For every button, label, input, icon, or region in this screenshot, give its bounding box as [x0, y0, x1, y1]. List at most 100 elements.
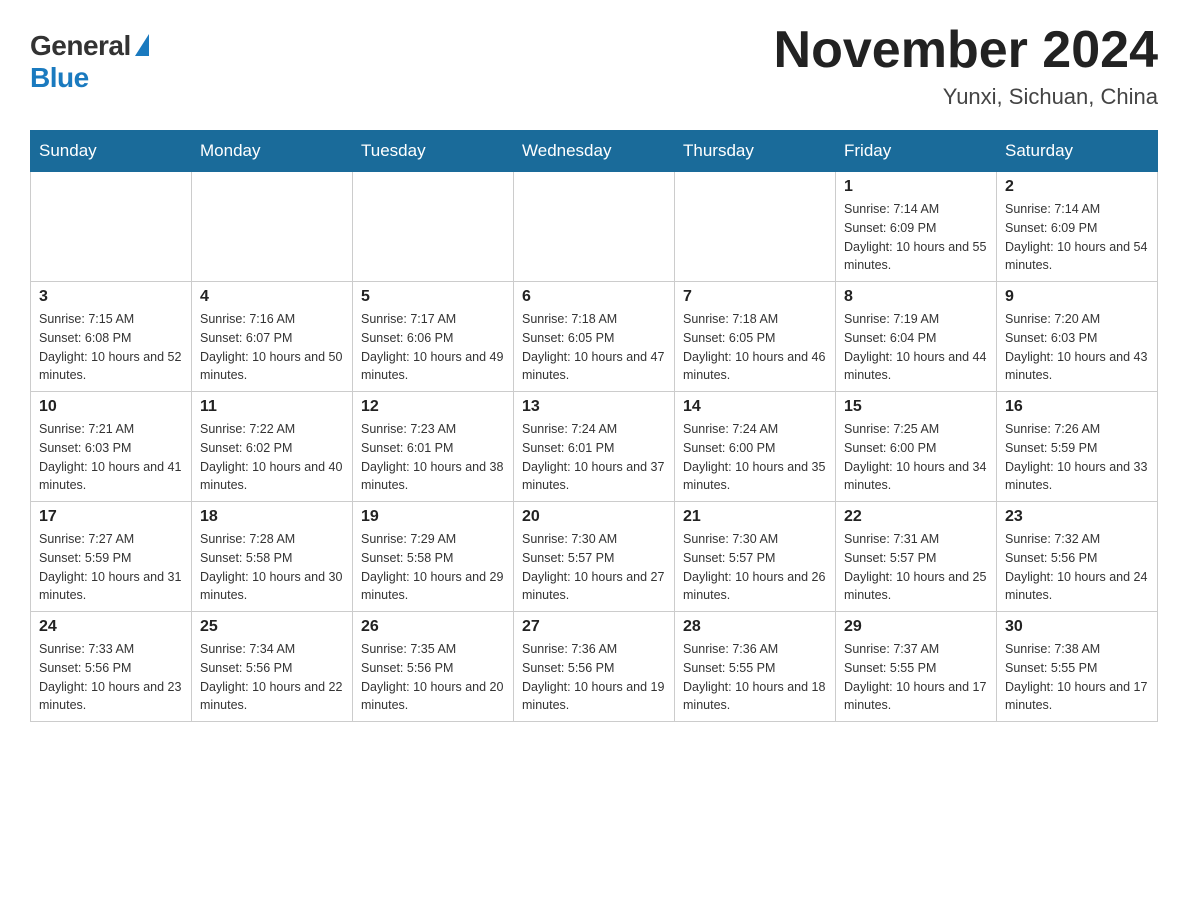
header-day-wednesday: Wednesday: [514, 131, 675, 172]
day-info: Sunrise: 7:31 AMSunset: 5:57 PMDaylight:…: [844, 530, 988, 605]
day-number: 24: [39, 618, 183, 636]
day-info: Sunrise: 7:27 AMSunset: 5:59 PMDaylight:…: [39, 530, 183, 605]
day-info: Sunrise: 7:29 AMSunset: 5:58 PMDaylight:…: [361, 530, 505, 605]
day-info: Sunrise: 7:36 AMSunset: 5:55 PMDaylight:…: [683, 640, 827, 715]
day-info: Sunrise: 7:26 AMSunset: 5:59 PMDaylight:…: [1005, 420, 1149, 495]
day-number: 9: [1005, 288, 1149, 306]
location-subtitle: Yunxi, Sichuan, China: [774, 84, 1158, 110]
calendar-cell: 6 Sunrise: 7:18 AMSunset: 6:05 PMDaylight…: [514, 282, 675, 392]
calendar-cell: 26 Sunrise: 7:35 AMSunset: 5:56 PMDayligh…: [353, 612, 514, 722]
header-day-sunday: Sunday: [31, 131, 192, 172]
calendar-cell: [31, 172, 192, 282]
calendar-cell: 1 Sunrise: 7:14 AMSunset: 6:09 PMDaylight…: [836, 172, 997, 282]
logo-general-text: General: [30, 30, 131, 62]
calendar-cell: 15 Sunrise: 7:25 AMSunset: 6:00 PMDayligh…: [836, 392, 997, 502]
day-number: 30: [1005, 618, 1149, 636]
header-day-thursday: Thursday: [675, 131, 836, 172]
day-number: 22: [844, 508, 988, 526]
calendar-header-row: SundayMondayTuesdayWednesdayThursdayFrid…: [31, 131, 1158, 172]
calendar-cell: 18 Sunrise: 7:28 AMSunset: 5:58 PMDayligh…: [192, 502, 353, 612]
day-info: Sunrise: 7:30 AMSunset: 5:57 PMDaylight:…: [683, 530, 827, 605]
day-info: Sunrise: 7:30 AMSunset: 5:57 PMDaylight:…: [522, 530, 666, 605]
day-info: Sunrise: 7:22 AMSunset: 6:02 PMDaylight:…: [200, 420, 344, 495]
calendar-cell: [192, 172, 353, 282]
day-number: 26: [361, 618, 505, 636]
calendar-week-row: 3 Sunrise: 7:15 AMSunset: 6:08 PMDaylight…: [31, 282, 1158, 392]
day-info: Sunrise: 7:23 AMSunset: 6:01 PMDaylight:…: [361, 420, 505, 495]
page-header: General Blue November 2024 Yunxi, Sichua…: [30, 20, 1158, 110]
calendar-cell: 22 Sunrise: 7:31 AMSunset: 5:57 PMDayligh…: [836, 502, 997, 612]
header-day-friday: Friday: [836, 131, 997, 172]
calendar-cell: 19 Sunrise: 7:29 AMSunset: 5:58 PMDayligh…: [353, 502, 514, 612]
calendar-cell: 21Sunrise: 7:30 AMSunset: 5:57 PMDayligh…: [675, 502, 836, 612]
calendar-cell: 14 Sunrise: 7:24 AMSunset: 6:00 PMDayligh…: [675, 392, 836, 502]
header-day-tuesday: Tuesday: [353, 131, 514, 172]
day-number: 4: [200, 288, 344, 306]
day-info: Sunrise: 7:28 AMSunset: 5:58 PMDaylight:…: [200, 530, 344, 605]
day-number: 7: [683, 288, 827, 306]
day-number: 8: [844, 288, 988, 306]
day-number: 23: [1005, 508, 1149, 526]
calendar-cell: 5 Sunrise: 7:17 AMSunset: 6:06 PMDaylight…: [353, 282, 514, 392]
calendar-cell: 10 Sunrise: 7:21 AMSunset: 6:03 PMDayligh…: [31, 392, 192, 502]
day-number: 20: [522, 508, 666, 526]
day-number: 28: [683, 618, 827, 636]
calendar-week-row: 24 Sunrise: 7:33 AMSunset: 5:56 PMDayligh…: [31, 612, 1158, 722]
day-number: 5: [361, 288, 505, 306]
day-info: Sunrise: 7:25 AMSunset: 6:00 PMDaylight:…: [844, 420, 988, 495]
day-info: Sunrise: 7:33 AMSunset: 5:56 PMDaylight:…: [39, 640, 183, 715]
day-number: 18: [200, 508, 344, 526]
calendar-cell: 30 Sunrise: 7:38 AMSunset: 5:55 PMDayligh…: [997, 612, 1158, 722]
month-title: November 2024: [774, 20, 1158, 80]
calendar-cell: 25Sunrise: 7:34 AMSunset: 5:56 PMDayligh…: [192, 612, 353, 722]
calendar-week-row: 1 Sunrise: 7:14 AMSunset: 6:09 PMDaylight…: [31, 172, 1158, 282]
calendar-cell: 7 Sunrise: 7:18 AMSunset: 6:05 PMDaylight…: [675, 282, 836, 392]
day-number: 17: [39, 508, 183, 526]
day-number: 14: [683, 398, 827, 416]
day-info: Sunrise: 7:20 AMSunset: 6:03 PMDaylight:…: [1005, 310, 1149, 385]
day-info: Sunrise: 7:35 AMSunset: 5:56 PMDaylight:…: [361, 640, 505, 715]
day-number: 6: [522, 288, 666, 306]
calendar-cell: 4 Sunrise: 7:16 AMSunset: 6:07 PMDaylight…: [192, 282, 353, 392]
day-info: Sunrise: 7:15 AMSunset: 6:08 PMDaylight:…: [39, 310, 183, 385]
calendar-cell: 9 Sunrise: 7:20 AMSunset: 6:03 PMDaylight…: [997, 282, 1158, 392]
day-info: Sunrise: 7:18 AMSunset: 6:05 PMDaylight:…: [683, 310, 827, 385]
day-number: 29: [844, 618, 988, 636]
day-number: 3: [39, 288, 183, 306]
logo-triangle-icon: [135, 34, 149, 56]
calendar-cell: 3 Sunrise: 7:15 AMSunset: 6:08 PMDaylight…: [31, 282, 192, 392]
day-info: Sunrise: 7:19 AMSunset: 6:04 PMDaylight:…: [844, 310, 988, 385]
calendar-cell: [514, 172, 675, 282]
calendar-cell: 16 Sunrise: 7:26 AMSunset: 5:59 PMDayligh…: [997, 392, 1158, 502]
day-info: Sunrise: 7:14 AMSunset: 6:09 PMDaylight:…: [1005, 200, 1149, 275]
header-day-saturday: Saturday: [997, 131, 1158, 172]
day-number: 19: [361, 508, 505, 526]
calendar-cell: [353, 172, 514, 282]
calendar-week-row: 17 Sunrise: 7:27 AMSunset: 5:59 PMDayligh…: [31, 502, 1158, 612]
day-number: 13: [522, 398, 666, 416]
day-info: Sunrise: 7:24 AMSunset: 6:00 PMDaylight:…: [683, 420, 827, 495]
calendar-cell: 27Sunrise: 7:36 AMSunset: 5:56 PMDayligh…: [514, 612, 675, 722]
day-number: 12: [361, 398, 505, 416]
calendar-cell: 8 Sunrise: 7:19 AMSunset: 6:04 PMDaylight…: [836, 282, 997, 392]
calendar-cell: 28 Sunrise: 7:36 AMSunset: 5:55 PMDayligh…: [675, 612, 836, 722]
day-info: Sunrise: 7:17 AMSunset: 6:06 PMDaylight:…: [361, 310, 505, 385]
day-number: 11: [200, 398, 344, 416]
day-number: 10: [39, 398, 183, 416]
day-number: 15: [844, 398, 988, 416]
day-info: Sunrise: 7:36 AMSunset: 5:56 PMDaylight:…: [522, 640, 666, 715]
day-number: 2: [1005, 178, 1149, 196]
day-info: Sunrise: 7:32 AMSunset: 5:56 PMDaylight:…: [1005, 530, 1149, 605]
day-info: Sunrise: 7:14 AMSunset: 6:09 PMDaylight:…: [844, 200, 988, 275]
calendar-cell: 13Sunrise: 7:24 AMSunset: 6:01 PMDayligh…: [514, 392, 675, 502]
day-number: 16: [1005, 398, 1149, 416]
day-info: Sunrise: 7:21 AMSunset: 6:03 PMDaylight:…: [39, 420, 183, 495]
day-info: Sunrise: 7:37 AMSunset: 5:55 PMDaylight:…: [844, 640, 988, 715]
day-info: Sunrise: 7:16 AMSunset: 6:07 PMDaylight:…: [200, 310, 344, 385]
day-info: Sunrise: 7:38 AMSunset: 5:55 PMDaylight:…: [1005, 640, 1149, 715]
day-number: 1: [844, 178, 988, 196]
calendar-week-row: 10 Sunrise: 7:21 AMSunset: 6:03 PMDayligh…: [31, 392, 1158, 502]
day-info: Sunrise: 7:18 AMSunset: 6:05 PMDaylight:…: [522, 310, 666, 385]
calendar-table: SundayMondayTuesdayWednesdayThursdayFrid…: [30, 130, 1158, 722]
logo: General Blue: [30, 20, 149, 94]
